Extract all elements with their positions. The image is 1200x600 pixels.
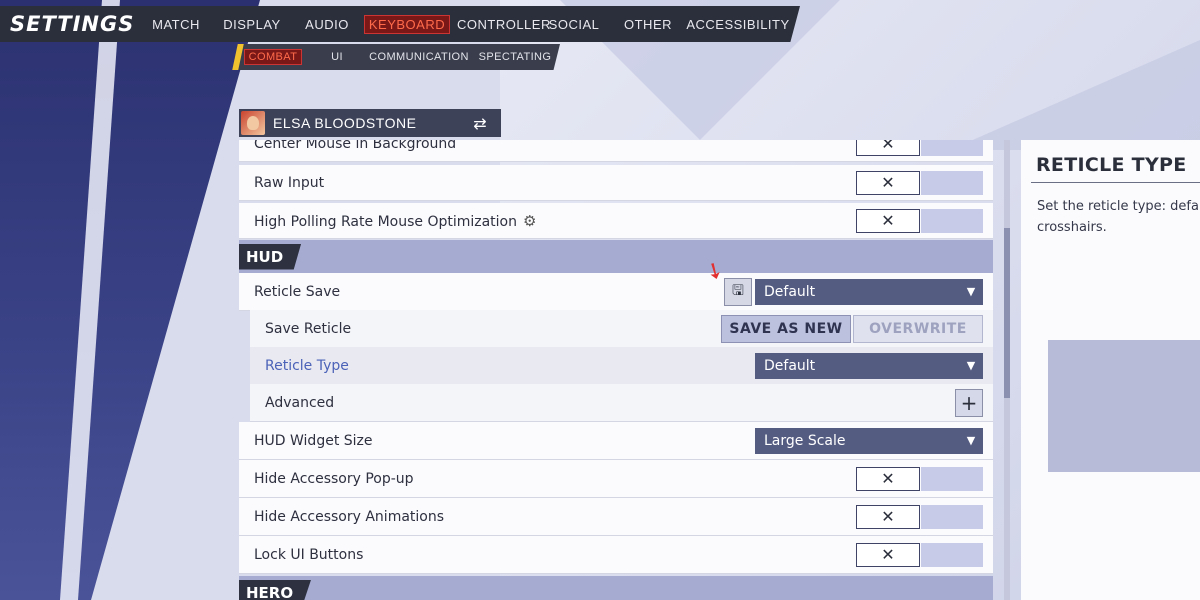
close-icon: ✕ — [856, 542, 920, 567]
chevron-down-icon: ▼ — [966, 434, 976, 447]
hud-widget-size-dropdown[interactable]: Large Scale ▼ — [755, 427, 983, 454]
swap-arrows-icon[interactable]: ⇄ — [469, 114, 491, 133]
panel-description-line: Set the reticle type: defaul — [1037, 199, 1200, 214]
section-header-hud: HUD — [239, 240, 993, 273]
toggle-switch[interactable]: ✕ — [856, 542, 983, 567]
setting-row-center-mouse[interactable]: Center Mouse in Background ✕ — [239, 140, 993, 162]
setting-row-lock-ui-buttons[interactable]: Lock UI Buttons ✕ — [239, 536, 993, 574]
divider — [1031, 182, 1200, 183]
plus-icon[interactable]: + — [955, 388, 983, 417]
save-file-icon[interactable]: 🖫 — [724, 277, 752, 306]
reticle-save-dropdown[interactable]: Default ▼ — [755, 278, 983, 305]
setting-row-reticle-type[interactable]: Reticle Type Default ▼ — [250, 347, 993, 385]
tab-accessibility[interactable]: ACCESSIBILITY — [683, 17, 793, 32]
tab-other[interactable]: OTHER — [613, 17, 683, 32]
toggle-on-segment — [921, 466, 983, 491]
toggle-switch[interactable]: ✕ — [856, 140, 983, 156]
scrollbar-thumb[interactable] — [1004, 228, 1010, 398]
tab-match[interactable]: MATCH — [145, 17, 207, 32]
section-title: HUD — [239, 243, 302, 270]
panel-description-line: crosshairs. — [1037, 220, 1107, 235]
toggle-on-segment — [921, 140, 983, 156]
tab-controller[interactable]: CONTROLLER — [457, 17, 550, 32]
top-nav: SETTINGS MATCH DISPLAY AUDIO KEYBOARD CO… — [0, 6, 800, 42]
panel-description: Set the reticle type: defaul crosshairs. — [1037, 196, 1200, 238]
overwrite-button[interactable]: OVERWRITE — [853, 314, 983, 343]
setting-label: Advanced — [265, 394, 335, 411]
setting-row-reticle-save[interactable]: Reticle Save ➘ 🖫 Default ▼ — [239, 256, 993, 311]
setting-row-hide-accessory-popup[interactable]: Hide Accessory Pop-up ✕ — [239, 460, 993, 498]
subtab-ui[interactable]: UI — [311, 51, 363, 63]
close-icon: ✕ — [856, 208, 920, 233]
tab-audio[interactable]: AUDIO — [297, 17, 357, 32]
section-header-hero: HERO — [239, 576, 993, 600]
toggle-on-segment — [921, 208, 983, 233]
tab-social[interactable]: SOCIAL — [535, 17, 613, 32]
subtab-spectating[interactable]: SPECTATING — [475, 51, 555, 63]
tab-display[interactable]: DISPLAY — [207, 17, 297, 32]
setting-row-raw-input[interactable]: Raw Input ✕ — [239, 165, 993, 201]
close-icon: ✕ — [856, 504, 920, 529]
toggle-switch[interactable]: ✕ — [856, 170, 983, 195]
close-icon: ✕ — [856, 466, 920, 491]
setting-row-save-reticle: Save Reticle SAVE AS NEW OVERWRITE — [250, 310, 993, 348]
dropdown-value: Default — [764, 357, 816, 374]
gear-icon[interactable]: ⚙ — [523, 212, 536, 230]
setting-row-high-polling[interactable]: High Polling Rate Mouse Optimization ⚙ ✕ — [239, 203, 993, 239]
background-dark — [0, 0, 260, 600]
settings-list: Center Mouse in Background ✕ Raw Input ✕… — [239, 140, 993, 600]
toggle-on-segment — [921, 504, 983, 529]
hero-selector[interactable]: ELSA BLOODSTONE ⇄ — [239, 109, 501, 137]
chevron-down-icon: ▼ — [966, 359, 976, 372]
page-title: SETTINGS — [10, 12, 135, 36]
toggle-switch[interactable]: ✕ — [856, 466, 983, 491]
save-as-new-button[interactable]: SAVE AS NEW — [721, 314, 851, 343]
close-icon: ✕ — [856, 170, 920, 195]
setting-row-advanced[interactable]: Advanced + — [250, 384, 993, 422]
close-icon: ✕ — [856, 140, 920, 156]
setting-row-hud-widget-size[interactable]: HUD Widget Size Large Scale ▼ — [239, 422, 993, 460]
dropdown-value: Large Scale — [764, 432, 846, 449]
sub-nav: COMBAT UI COMMUNICATION SPECTATING — [235, 44, 560, 70]
hero-avatar — [241, 111, 265, 135]
chevron-down-icon: ▼ — [966, 285, 976, 298]
toggle-on-segment — [921, 542, 983, 567]
reticle-preview — [1048, 340, 1200, 472]
tab-keyboard[interactable]: KEYBOARD — [357, 14, 457, 34]
toggle-on-segment — [921, 170, 983, 195]
section-title: HERO — [239, 579, 312, 600]
description-panel: RETICLE TYPE Set the reticle type: defau… — [1021, 140, 1200, 600]
panel-title: RETICLE TYPE — [1036, 154, 1187, 176]
reticle-type-dropdown[interactable]: Default ▼ — [755, 352, 983, 379]
toggle-switch[interactable]: ✕ — [856, 504, 983, 529]
setting-row-hide-accessory-animations[interactable]: Hide Accessory Animations ✕ — [239, 498, 993, 536]
subtab-combat[interactable]: COMBAT — [235, 49, 311, 65]
hero-name: ELSA BLOODSTONE — [273, 115, 417, 131]
toggle-switch[interactable]: ✕ — [856, 208, 983, 233]
subtab-communication[interactable]: COMMUNICATION — [363, 51, 475, 63]
dropdown-value: Default — [764, 283, 816, 300]
